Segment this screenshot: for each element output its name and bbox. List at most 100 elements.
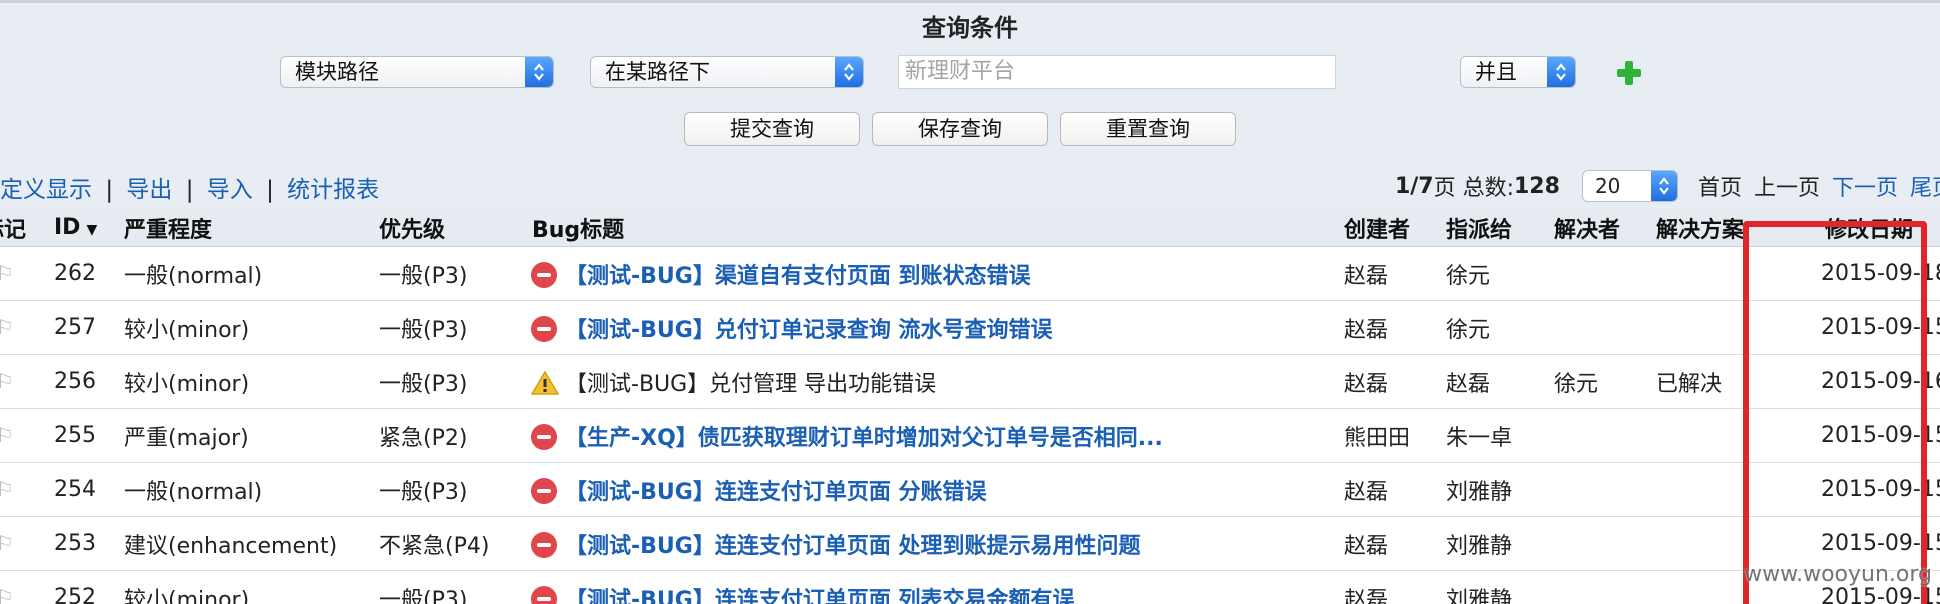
id-cell[interactable]: 262 — [42, 246, 122, 301]
next-page-link[interactable]: 下一页 — [1832, 170, 1898, 202]
bug-title-link[interactable]: 【测试-BUG】渠道自有支付页面 到账状态错误 — [565, 264, 1030, 289]
assignee-cell: 朱一卓 — [1444, 408, 1550, 463]
table-row[interactable]: ⚐ 255严重(major)紧急(P2) 【生产-XQ】债匹获取理财订单时增加对父订… — [0, 408, 1940, 463]
separator: | — [266, 177, 274, 203]
severity-cell: 一般(normal) — [122, 246, 377, 301]
operator-select[interactable]: 在某路径下 — [590, 56, 864, 88]
header-resolver[interactable]: 解决者 — [1550, 209, 1652, 247]
bug-title-link[interactable]: 【测试-BUG】连连支付订单页面 分账错误 — [565, 480, 986, 505]
page-size-select[interactable]: 20 — [1581, 170, 1678, 202]
id-cell[interactable]: 256 — [42, 354, 122, 409]
table-row[interactable]: ⚐ 262一般(normal)一般(P3) 【测试-BUG】渠道自有支付页面 到账状… — [0, 246, 1940, 301]
header-assignee[interactable]: 指派给 — [1444, 209, 1550, 247]
severity-cell: 较小(minor) — [122, 570, 377, 604]
title-cell[interactable]: 【测试-BUG】连连支付订单页面 列表交易金额有误 — [529, 570, 1344, 604]
flag-icon[interactable]: ⚐ — [0, 423, 14, 447]
bug-title-link[interactable]: 【测试-BUG】连连支付订单页面 处理到账提示易用性问题 — [565, 534, 1140, 559]
title-cell[interactable]: 【测试-BUG】兑付订单记录查询 流水号查询错误 — [529, 300, 1344, 355]
id-cell[interactable]: 257 — [42, 300, 122, 355]
resolution-cell: 已解决 — [1652, 354, 1785, 409]
bug-title-link[interactable]: 【测试-BUG】兑付管理 导出功能错误 — [565, 372, 936, 397]
sort-down-icon: ▼ — [86, 222, 98, 238]
import-link[interactable]: 导入 — [207, 177, 253, 203]
flag-icon[interactable]: ⚐ — [0, 531, 14, 555]
table-row[interactable]: ⚐ 253建议(enhancement)不紧急(P4) 【测试-BUG】连连支付订单… — [0, 516, 1940, 571]
title-cell[interactable]: 【测试-BUG】连连支付订单页面 分账错误 — [529, 462, 1344, 517]
submit-query-button[interactable]: 提交查询 — [684, 112, 860, 146]
flag-icon[interactable]: ⚐ — [0, 369, 14, 393]
flag-icon[interactable]: ⚐ — [0, 261, 14, 285]
custom-display-link[interactable]: 定义显示 — [0, 177, 92, 203]
resolver-cell — [1550, 246, 1652, 301]
mark-cell[interactable]: ⚐ — [0, 462, 42, 517]
page-size-value: 20 — [1594, 174, 1621, 198]
mark-cell[interactable]: ⚐ — [0, 408, 42, 463]
assignee-cell: 徐元 — [1444, 300, 1550, 355]
header-id-label: ID — [54, 215, 81, 240]
report-link[interactable]: 统计报表 — [287, 177, 379, 203]
severity-cell: 较小(minor) — [122, 354, 377, 409]
top-border — [0, 0, 1940, 3]
prev-page-link[interactable]: 上一页 — [1754, 170, 1820, 202]
bug-title-link[interactable]: 【测试-BUG】连连支付订单页面 列表交易金额有误 — [565, 588, 1074, 604]
bug-title-link[interactable]: 【测试-BUG】兑付订单记录查询 流水号查询错误 — [565, 318, 1052, 343]
field-select[interactable]: 模块路径 — [280, 56, 554, 88]
mark-cell[interactable]: ⚐ — [0, 516, 42, 571]
id-cell[interactable]: 253 — [42, 516, 122, 571]
flag-icon[interactable]: ⚐ — [0, 315, 14, 339]
creator-cell: 赵磊 — [1344, 300, 1444, 355]
header-severity[interactable]: 严重程度 — [122, 209, 377, 247]
id-cell[interactable]: 254 — [42, 462, 122, 517]
mark-cell[interactable]: ⚐ — [0, 354, 42, 409]
assignee-cell: 徐元 — [1444, 246, 1550, 301]
reset-query-button[interactable]: 重置查询 — [1060, 112, 1236, 146]
mark-cell[interactable]: ⚐ — [0, 246, 42, 301]
header-priority[interactable]: 优先级 — [377, 209, 529, 247]
query-title: 查询条件 — [922, 14, 1018, 42]
id-cell[interactable]: 255 — [42, 408, 122, 463]
title-cell[interactable]: 【测试-BUG】连连支付订单页面 处理到账提示易用性问题 — [529, 516, 1344, 571]
field-select-value: 模块路径 — [295, 60, 379, 84]
resolver-cell — [1550, 462, 1652, 517]
flag-icon[interactable]: ⚐ — [0, 585, 14, 604]
resolution-cell — [1652, 462, 1785, 517]
title-cell[interactable]: 【测试-BUG】兑付管理 导出功能错误 — [529, 354, 1344, 409]
table-row[interactable]: ⚐ 257较小(minor)一般(P3) 【测试-BUG】兑付订单记录查询 流水号查… — [0, 300, 1940, 355]
title-cell[interactable]: 【生产-XQ】债匹获取理财订单时增加对父订单号是否相同... — [529, 408, 1344, 463]
logic-select[interactable]: 并且 — [1460, 56, 1576, 88]
path-value-input[interactable]: 新理财平台 — [898, 55, 1336, 89]
table-row[interactable]: ⚐ 254一般(normal)一般(P3) 【测试-BUG】连连支付订单页面 分账错… — [0, 462, 1940, 517]
stop-icon — [531, 423, 557, 450]
priority-cell: 紧急(P2) — [377, 408, 529, 463]
resolution-cell — [1652, 300, 1785, 355]
header-creator[interactable]: 创建者 — [1344, 209, 1444, 247]
creator-cell: 赵磊 — [1344, 246, 1444, 301]
separator: | — [105, 177, 114, 203]
table-row[interactable]: ⚐ 256较小(minor)一般(P3) 【测试-BUG】兑付管理 导出功能错误 赵磊… — [0, 354, 1940, 409]
table-row[interactable]: ⚐ 252较小(minor)一般(P3) 【测试-BUG】连连支付订单页面 列表交易… — [0, 570, 1940, 604]
header-title[interactable]: Bug标题 — [529, 209, 1344, 247]
list-toolbar: 定义显示 | 导出 | 导入 | 统计报表 — [0, 170, 379, 204]
header-id[interactable]: ID ▼ — [42, 209, 122, 247]
assignee-cell: 赵磊 — [1444, 354, 1550, 409]
assignee-cell: 刘雅静 — [1444, 516, 1550, 571]
header-resolution[interactable]: 解决方案 — [1652, 209, 1785, 247]
select-arrows-icon — [835, 57, 863, 87]
creator-cell: 赵磊 — [1344, 462, 1444, 517]
stop-icon — [531, 477, 557, 504]
bug-title-link[interactable]: 【生产-XQ】债匹获取理财订单时增加对父订单号是否相同... — [565, 426, 1163, 451]
resolver-cell: 徐元 — [1550, 354, 1652, 409]
export-link[interactable]: 导出 — [126, 177, 172, 203]
mark-cell[interactable]: ⚐ — [0, 300, 42, 355]
title-cell[interactable]: 【测试-BUG】渠道自有支付页面 到账状态错误 — [529, 246, 1344, 301]
header-mark[interactable]: 标记 — [0, 209, 42, 247]
resolver-cell — [1550, 516, 1652, 571]
mark-cell[interactable]: ⚐ — [0, 570, 42, 604]
header-modified[interactable]: 修改日期 — [1785, 209, 1940, 247]
plus-icon[interactable] — [1616, 60, 1642, 86]
flag-icon[interactable]: ⚐ — [0, 477, 14, 501]
first-page-link[interactable]: 首页 — [1698, 170, 1742, 202]
save-query-button[interactable]: 保存查询 — [872, 112, 1048, 146]
id-cell[interactable]: 252 — [42, 570, 122, 604]
last-page-link[interactable]: 尾页 — [1910, 170, 1940, 202]
